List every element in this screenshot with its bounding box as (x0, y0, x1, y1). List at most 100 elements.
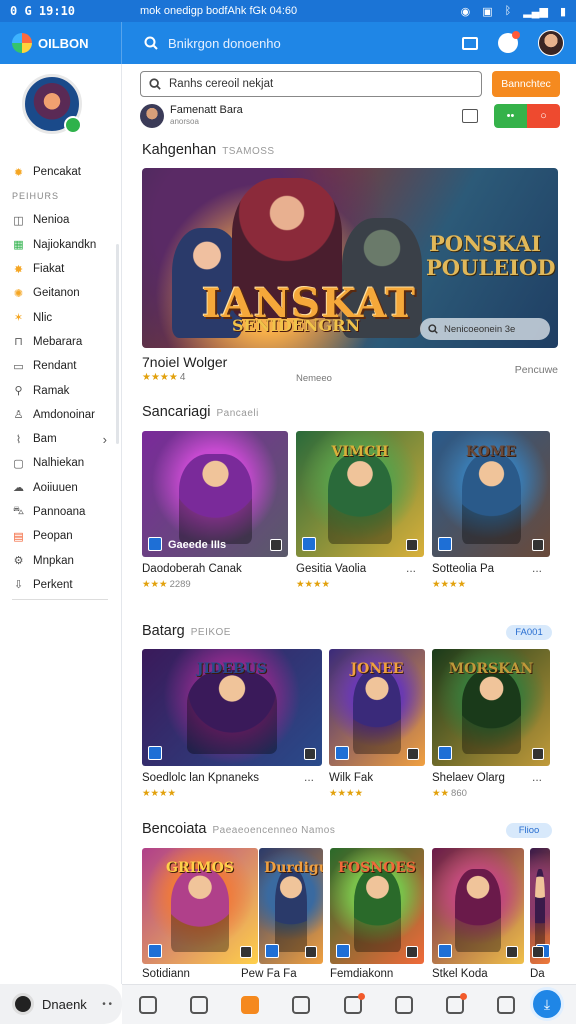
card-caption[interactable]: Daodoberah Canak (142, 563, 242, 575)
search-input[interactable]: Ranhs cereoil nekjat (140, 71, 482, 97)
cloud-icon: ☁ (13, 482, 24, 495)
section3-badge[interactable]: FA001 (506, 625, 552, 640)
card-caption[interactable]: Stkel Koda (432, 968, 488, 980)
section3-card-2[interactable]: JONEE (329, 649, 425, 766)
sidebar-item-9[interactable]: ⚲ Ramak (0, 378, 121, 402)
more-options-icon[interactable]: ... (532, 561, 542, 575)
section3-card-3[interactable]: MORSKAN (432, 649, 550, 766)
flag-icon[interactable] (462, 109, 478, 123)
share-badge-icon[interactable] (270, 539, 282, 551)
share-badge-icon[interactable] (406, 946, 418, 958)
sidebar-item-11[interactable]: ⌇ Bam › (0, 427, 121, 451)
card-character (353, 670, 401, 755)
section2-title: Sancariagi Pancaeli (142, 404, 259, 420)
share-icon[interactable] (446, 992, 468, 1014)
share-badge-icon[interactable] (240, 946, 252, 958)
sidebar-item-14[interactable]: ⛍ Pannoana (0, 500, 121, 524)
more-dots-icon[interactable]: • • (102, 999, 112, 1010)
action-pill[interactable]: •• ○ (494, 104, 560, 128)
sidebar-item-15[interactable]: ▤ Peopan (0, 524, 121, 548)
sidebar-item-17[interactable]: ⇩ Perkent (0, 573, 121, 597)
more-options-icon[interactable]: ... (532, 770, 542, 784)
sidebar-item-2[interactable]: ◫ Nenioa (0, 208, 121, 232)
share-badge-icon[interactable] (304, 748, 316, 760)
section2-card-3[interactable]: KOME (432, 431, 550, 557)
bag-icon[interactable] (394, 995, 413, 1014)
more-options-icon[interactable]: ... (304, 770, 314, 784)
card-caption[interactable]: Wilk Fak (329, 772, 373, 784)
pill-green-button[interactable]: •• (494, 104, 527, 128)
notification-icon[interactable] (498, 31, 520, 53)
section2-card-2[interactable]: VIMCH (296, 431, 424, 557)
store-icon[interactable] (189, 995, 208, 1014)
more-options-icon[interactable]: ... (406, 561, 416, 575)
window-icon[interactable] (462, 36, 478, 50)
sidebar-item-3[interactable]: ▦ Najiokandkn (0, 233, 121, 257)
bell-icon[interactable] (343, 992, 365, 1014)
platform-badge-icon (148, 537, 162, 551)
card-caption[interactable]: Femdiakonn (330, 968, 393, 980)
user-avatar[interactable] (538, 30, 564, 56)
sidebar-item-10[interactable]: ♙ Amdonoinar (0, 403, 121, 427)
section4-card-5[interactable] (530, 848, 550, 964)
share-badge-icon[interactable] (407, 748, 419, 760)
bottom-nav (122, 984, 576, 1024)
sidebar-item-5[interactable]: ✺ Geitanon (0, 281, 121, 305)
share-badge-icon[interactable] (532, 539, 544, 551)
pen-icon[interactable] (497, 995, 516, 1014)
sidebar-item-12[interactable]: ▢ Nalhiekan (0, 451, 121, 475)
section4-card-2[interactable]: Durdigu (259, 848, 323, 964)
section4-card-4[interactable] (432, 848, 524, 964)
section3-card-1[interactable]: JIDEBUS (142, 649, 322, 766)
search-button[interactable]: Bannchtec (492, 71, 560, 97)
card-caption[interactable]: Gesitia Vaolia (296, 563, 366, 575)
card-caption[interactable]: Shelaev Olarg (432, 772, 505, 784)
sidebar-item-label: Aoiiuuen (33, 481, 78, 494)
section4-badge[interactable]: Flioo (506, 823, 552, 838)
grid-icon[interactable] (241, 995, 260, 1014)
download-fab-icon[interactable]: ⤓ (530, 987, 564, 1021)
card-caption[interactable]: Sotteolia Pa (432, 563, 494, 575)
hero-search-chip[interactable]: Nenicoeonein 3e (420, 318, 550, 340)
card-caption[interactable]: Sotidiann (142, 968, 190, 980)
pill-red-button[interactable]: ○ (527, 104, 560, 128)
card-caption[interactable]: Soedlolc lan Kpnaneks (142, 772, 259, 784)
share-badge-icon[interactable] (305, 946, 317, 958)
sidebar-item-7[interactable]: ⊓ Mebarara (0, 330, 121, 354)
section2-card-1[interactable]: Gaeede IIIs (142, 431, 288, 557)
sidebar-item-13[interactable]: ☁ Aoiiuuen (0, 476, 121, 500)
card-caption[interactable]: Pew Fa Fa (241, 968, 297, 980)
featured-right-label[interactable]: Pencuwe (515, 364, 558, 376)
home-icon[interactable] (138, 995, 157, 1014)
chevron-right-icon[interactable]: › (103, 432, 107, 447)
creator-name[interactable]: Famenatt Bara (170, 104, 243, 116)
sidebar-item-6[interactable]: ✶ Nlic (0, 305, 121, 329)
share-badge-icon[interactable] (532, 946, 544, 958)
card-rating-count: 860 (451, 788, 467, 799)
sidebar-item-label: Bam (33, 433, 57, 446)
share-badge-icon[interactable] (532, 748, 544, 760)
share-badge-icon[interactable] (406, 539, 418, 551)
creator-subtitle: anorsoa (170, 117, 199, 126)
theme-toggle-icon[interactable] (12, 993, 34, 1015)
sidebar-item-1[interactable]: ✹ Pencakat (0, 160, 121, 184)
brand[interactable]: OILBON (0, 22, 122, 64)
top-search[interactable]: Bnikrgon donoenho (122, 36, 462, 51)
card-caption[interactable]: Da (530, 968, 545, 980)
creator-avatar[interactable] (140, 104, 164, 128)
hero-banner[interactable]: IANSKAT SENIDENGRN PONSKAI POULEIOD Neni… (142, 168, 558, 348)
featured-section-sub: TSAMOSS (222, 146, 275, 157)
theme-toggle-row[interactable]: Dnaenk • • (0, 984, 122, 1024)
sidebar-item-16[interactable]: ⚙ Mnpkan (0, 548, 121, 572)
sidebar-item-8[interactable]: ▭ Rendant (0, 354, 121, 378)
chat-icon[interactable] (292, 995, 311, 1014)
section4-card-1[interactable]: GRIMOS (142, 848, 258, 964)
share-badge-icon[interactable] (506, 946, 518, 958)
featured-title[interactable]: 7noiel Wolger (142, 354, 227, 370)
section4-card-3[interactable]: FOSNOES (330, 848, 424, 964)
brand-logo-icon (12, 33, 32, 53)
bookmark-icon: ⊓ (14, 336, 23, 349)
card-stars: ★★ (432, 788, 450, 799)
status-icons: ◉ ▣ ᛒ ▂▄▆ ▮ (461, 5, 566, 18)
sidebar-item-4[interactable]: ✸ Fiakat (0, 257, 121, 281)
